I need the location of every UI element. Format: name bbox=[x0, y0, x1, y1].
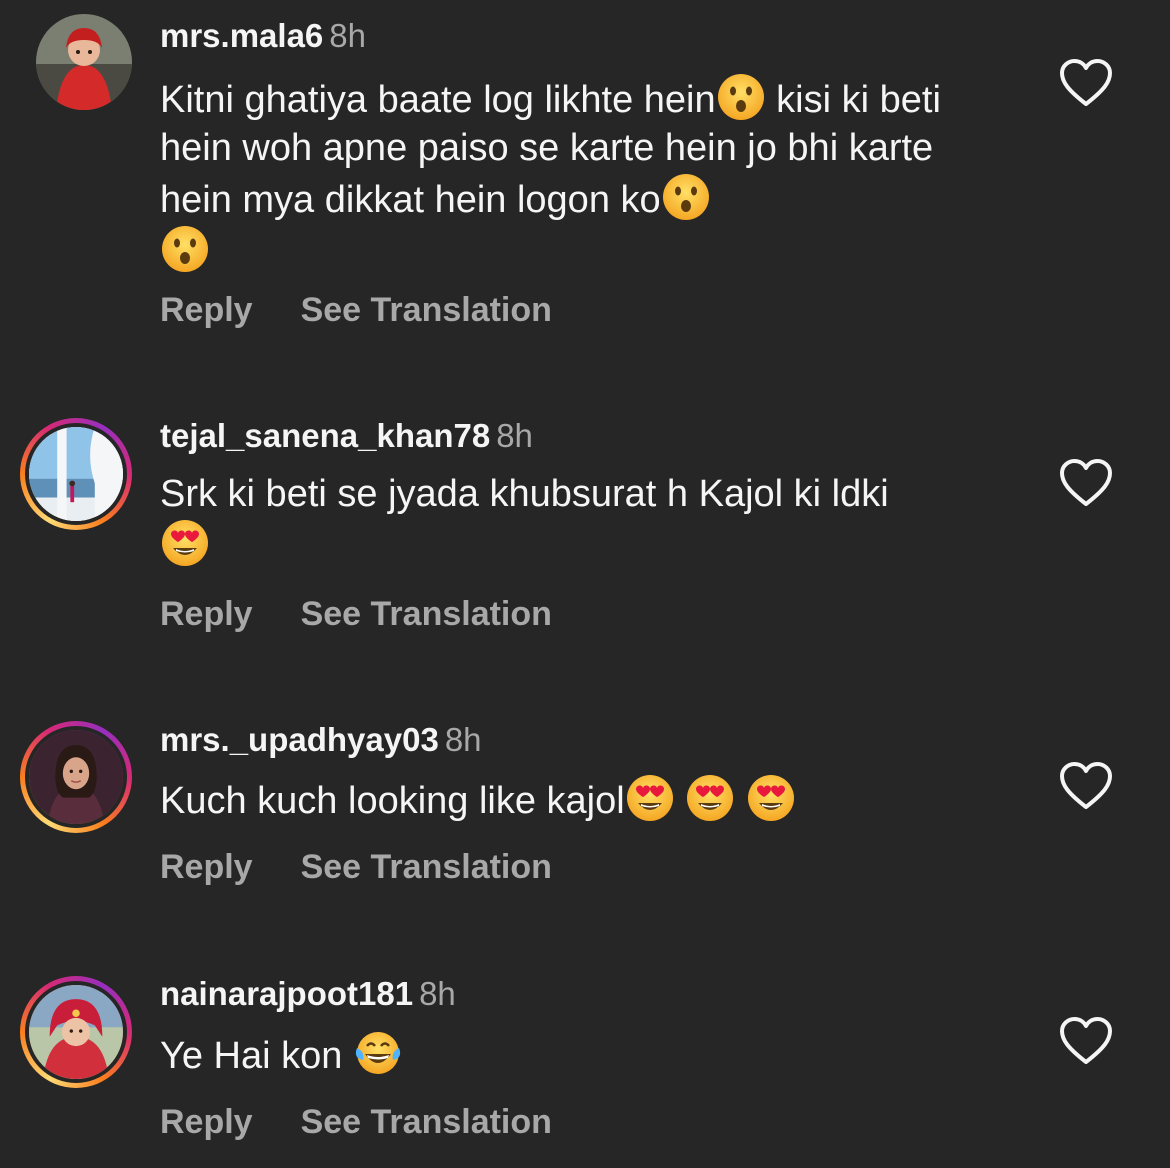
comment-text-part: Ye Hai kon bbox=[160, 1035, 343, 1077]
see-translation-button[interactable]: See Translation bbox=[301, 594, 552, 634]
comment-header: mrs.mala6 8h bbox=[160, 14, 366, 58]
comment-header: tejal_sanena_khan78 8h bbox=[160, 414, 533, 458]
reply-button[interactable]: Reply bbox=[160, 1102, 253, 1142]
comment-actions: Reply See Translation bbox=[160, 847, 552, 887]
timestamp: 8h bbox=[329, 17, 366, 54]
username[interactable]: mrs.mala6 bbox=[160, 17, 323, 54]
timestamp: 8h bbox=[496, 417, 533, 454]
reply-button[interactable]: Reply bbox=[160, 290, 253, 330]
heart-eyes-emoji-icon bbox=[625, 773, 675, 823]
avatar[interactable] bbox=[20, 418, 132, 530]
reply-button[interactable]: Reply bbox=[160, 847, 253, 887]
hushed-face-emoji-icon bbox=[160, 224, 210, 274]
heart-outline-icon[interactable] bbox=[1058, 1016, 1114, 1066]
comment-actions: Reply See Translation bbox=[160, 290, 552, 330]
username[interactable]: nainarajpoot181 bbox=[160, 975, 413, 1012]
avatar[interactable] bbox=[20, 721, 132, 833]
comment-text: Srk ki beti se jyada khubsurat h Kajol k… bbox=[160, 470, 1010, 570]
comment-text-part: Srk ki beti se jyada khubsurat h Kajol k… bbox=[160, 473, 889, 515]
hushed-face-emoji-icon bbox=[661, 172, 711, 222]
username[interactable]: mrs._upadhyay03 bbox=[160, 721, 439, 758]
comment-text-part: Kitni ghatiya baate log likhte hein bbox=[160, 79, 716, 121]
comment-text-part: Kuch kuch looking like kajol bbox=[160, 780, 625, 822]
heart-eyes-emoji-icon bbox=[160, 518, 210, 568]
comment-actions: Reply See Translation bbox=[160, 1102, 552, 1142]
see-translation-button[interactable]: See Translation bbox=[301, 290, 552, 330]
comment-text: Ye Hai kon bbox=[160, 1028, 1010, 1080]
comment-text: Kuch kuch looking like kajol bbox=[160, 773, 1010, 825]
see-translation-button[interactable]: See Translation bbox=[301, 847, 552, 887]
comment-actions: Reply See Translation bbox=[160, 594, 552, 634]
comment-header: nainarajpoot181 8h bbox=[160, 972, 456, 1016]
comment-header: mrs._upadhyay03 8h bbox=[160, 718, 482, 762]
avatar[interactable] bbox=[36, 14, 132, 110]
see-translation-button[interactable]: See Translation bbox=[301, 1102, 552, 1142]
heart-outline-icon[interactable] bbox=[1058, 458, 1114, 508]
timestamp: 8h bbox=[419, 975, 456, 1012]
username[interactable]: tejal_sanena_khan78 bbox=[160, 417, 490, 454]
heart-outline-icon[interactable] bbox=[1058, 761, 1114, 811]
heart-eyes-emoji-icon bbox=[746, 773, 796, 823]
reply-button[interactable]: Reply bbox=[160, 594, 253, 634]
avatar[interactable] bbox=[20, 976, 132, 1088]
heart-eyes-emoji-icon bbox=[685, 773, 735, 823]
hushed-face-emoji-icon bbox=[716, 72, 766, 122]
comment-text: Kitni ghatiya baate log likhte hein kisi… bbox=[160, 72, 1010, 276]
timestamp: 8h bbox=[444, 721, 482, 758]
heart-outline-icon[interactable] bbox=[1058, 58, 1114, 108]
tears-of-joy-emoji-icon bbox=[353, 1028, 403, 1078]
